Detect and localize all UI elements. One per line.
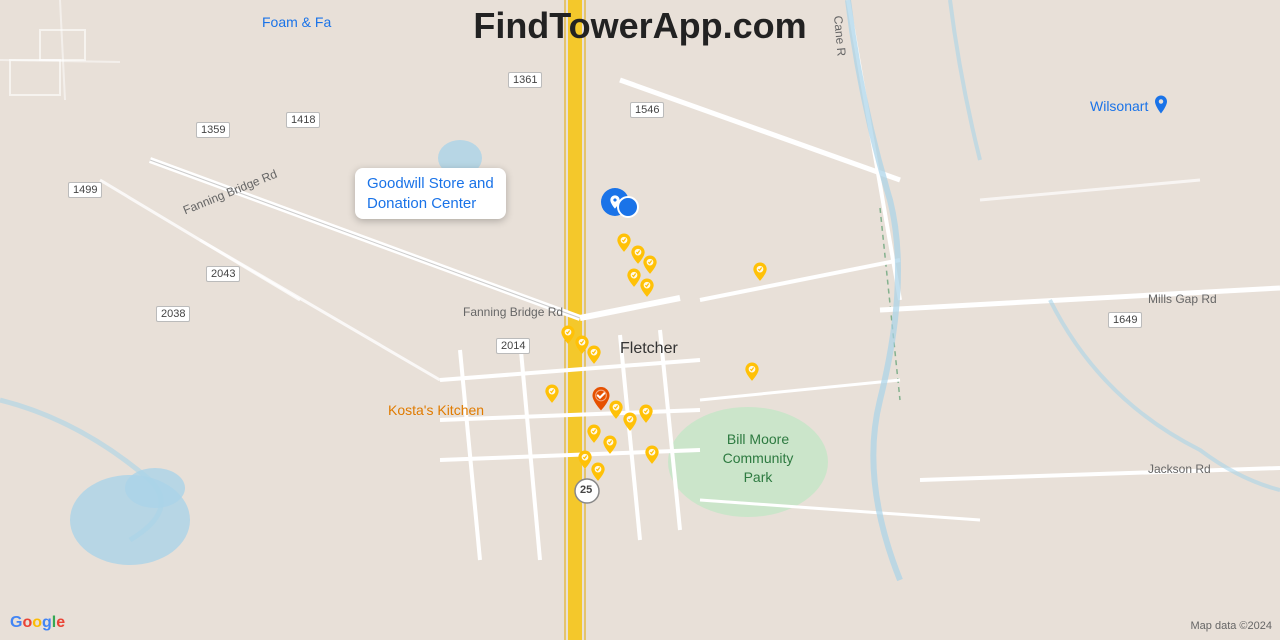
fletcher-city-name: Fletcher: [620, 340, 678, 357]
google-logo: Google: [10, 614, 65, 632]
kostas-label[interactable]: Kosta's Kitchen: [388, 402, 484, 420]
wilsonart-marker[interactable]: Wilsonart: [1090, 95, 1170, 117]
route-25-label: 25: [580, 484, 592, 496]
foam-label[interactable]: Foam & Fa: [262, 14, 331, 32]
pin-yellow-16[interactable]: [600, 435, 620, 461]
pin-yellow-10[interactable]: [742, 362, 762, 388]
goodwill-label: Goodwill Store andDonation Center: [367, 174, 494, 213]
pin-yellow-6[interactable]: [750, 262, 770, 288]
goodwill-info-bubble[interactable]: Goodwill Store andDonation Center: [355, 168, 506, 219]
fletcher-label: Fletcher: [620, 340, 678, 358]
map-container: FindTowerApp.com 1361 1546 1359 1418 149…: [0, 0, 1280, 640]
pin-yellow-11[interactable]: [542, 384, 562, 410]
pin-yellow-5[interactable]: [637, 278, 657, 304]
foam-label-text: Foam & Fa: [262, 14, 331, 30]
pin-yellow-14[interactable]: [636, 404, 656, 430]
pin-yellow-17[interactable]: [642, 445, 662, 471]
wilsonart-label: Wilsonart: [1090, 98, 1148, 114]
kostas-name: Kosta's Kitchen: [388, 402, 484, 418]
map-attribution: Map data ©2024: [1191, 620, 1273, 632]
pin-yellow-9[interactable]: [584, 345, 604, 371]
bill-moore-name: Bill MooreCommunityPark: [723, 431, 794, 485]
goodwill-pin[interactable]: [617, 196, 639, 218]
pin-orange-selected[interactable]: [588, 387, 614, 419]
bill-moore-label: Bill MooreCommunityPark: [693, 430, 823, 487]
